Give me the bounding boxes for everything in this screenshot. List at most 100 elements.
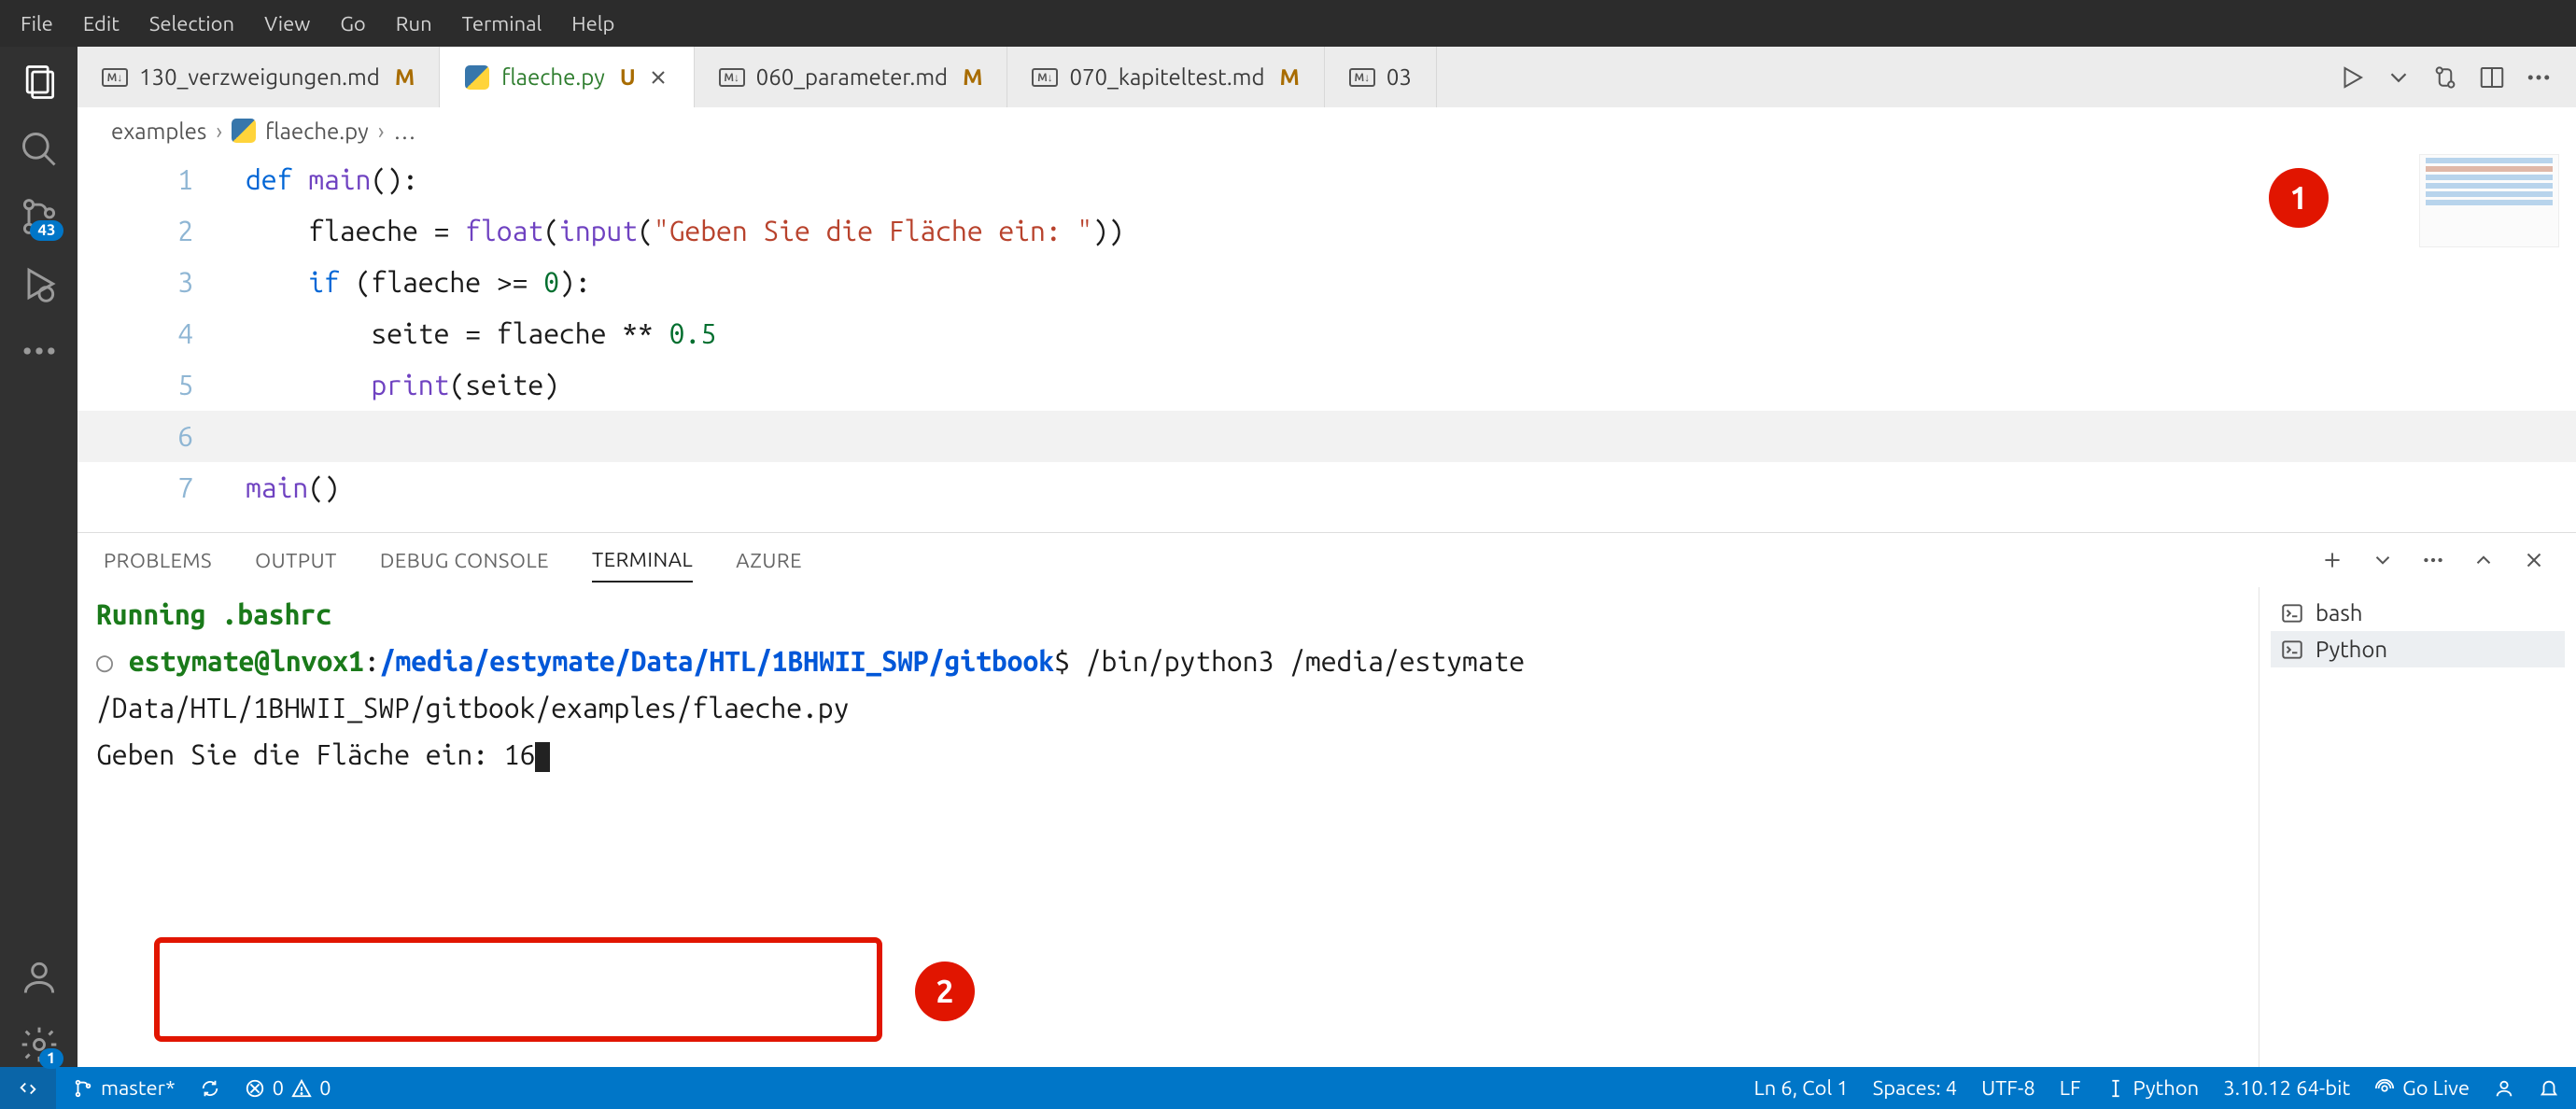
breadcrumb-folder[interactable]: examples [111,119,206,144]
code-editor[interactable]: 1def main():2 flaeche = float(input("Geb… [77,154,2576,532]
panel-maximize-icon[interactable] [2468,544,2499,576]
python-file-icon [232,119,256,143]
close-icon[interactable] [647,66,669,89]
panel-close-icon[interactable] [2518,544,2550,576]
terminal-session-bash[interactable]: bash [2271,595,2565,631]
explorer-icon[interactable] [17,60,62,105]
tab-modified-badge: U [620,64,636,90]
code-line[interactable]: 2 flaeche = float(input("Geben Sie die F… [77,205,2576,257]
split-editor-icon[interactable] [2473,59,2511,96]
line-content[interactable]: seite = flaeche ** 0.5 [246,308,2576,359]
compare-changes-icon[interactable] [2427,59,2464,96]
code-line[interactable]: 1def main(): [77,154,2576,205]
feedback-icon[interactable] [2494,1078,2514,1099]
tab-130_verzweigungen-md[interactable]: 130_verzweigungen.md M [77,47,440,107]
line-content[interactable]: flaeche = float(input("Geben Sie die Flä… [246,205,2576,257]
tab-overflow-icon[interactable] [2520,59,2557,96]
tab-label: 060_parameter.md [756,64,948,90]
status-bar: master* 0 0 Ln 6, Col 1 Spaces: 4 UTF-8 … [0,1067,2576,1109]
new-terminal-icon[interactable] [2316,544,2348,576]
tab-modified-badge: M [1280,64,1300,90]
terminal-session-list: bash Python [2259,587,2576,1067]
panel-tab-bar: PROBLEMS OUTPUT DEBUG CONSOLE TERMINAL AZURE [77,533,2576,587]
tab-03[interactable]: 03 [1325,47,1437,107]
run-debug-icon[interactable] [17,261,62,306]
notifications-icon[interactable] [2539,1078,2559,1099]
code-line[interactable]: 4 seite = flaeche ** 0.5 [77,308,2576,359]
line-content[interactable]: if (flaeche >= 0): [246,257,2576,308]
panel-tab-terminal[interactable]: TERMINAL [592,539,693,583]
panel-tab-debug-console[interactable]: DEBUG CONSOLE [380,540,549,582]
search-icon[interactable] [17,127,62,172]
sync-icon[interactable] [200,1078,220,1099]
python-interpreter[interactable]: 3.10.12 64-bit [2223,1076,2350,1100]
tab-060_parameter-md[interactable]: 060_parameter.mdM [695,47,1008,107]
terminal-icon [2280,638,2304,662]
source-control-icon[interactable]: 43 [17,194,62,239]
markdown-file-icon [1349,64,1375,91]
terminal-session-label: bash [2316,600,2363,625]
line-number: 3 [77,257,246,308]
line-content[interactable] [246,411,2576,462]
panel-tab-azure[interactable]: AZURE [736,540,802,582]
line-content[interactable]: def main(): [246,154,2576,205]
panel-more-icon[interactable] [2417,544,2449,576]
terminal-session-python[interactable]: Python [2271,631,2565,667]
more-icon[interactable] [17,329,62,373]
panel-tab-output[interactable]: OUTPUT [255,540,337,582]
cursor-position[interactable]: Ln 6, Col 1 [1754,1076,1849,1100]
eol-status[interactable]: LF [2060,1076,2081,1100]
indentation-status[interactable]: Spaces: 4 [1873,1076,1957,1100]
panel-tab-problems[interactable]: PROBLEMS [104,540,212,582]
bottom-panel: PROBLEMS OUTPUT DEBUG CONSOLE TERMINAL AZURE… [77,532,2576,1067]
menu-run[interactable]: Run [383,7,445,41]
go-live-button[interactable]: Go Live [2374,1076,2470,1100]
git-branch-status[interactable]: master* [73,1076,176,1100]
account-icon[interactable] [17,955,62,1000]
run-dropdown-icon[interactable] [2380,59,2417,96]
language-mode[interactable]: Python [2105,1076,2200,1100]
menu-help[interactable]: Help [558,7,627,41]
breadcrumb-rest[interactable]: … [393,119,415,144]
remote-icon[interactable] [0,1067,56,1109]
breadcrumb[interactable]: examples › flaeche.py › … [77,107,2576,154]
terminal-dropdown-icon[interactable] [2367,544,2399,576]
tab-label: 130_verzweigungen.md [139,64,380,90]
problems-status[interactable]: 0 0 [245,1076,331,1100]
encoding-status[interactable]: UTF-8 [1981,1076,2035,1100]
line-content[interactable]: main() [246,462,2576,513]
line-number: 7 [77,462,246,513]
menu-terminal[interactable]: Terminal [449,7,556,41]
code-line[interactable]: 7main() [77,462,2576,513]
tab-070_kapiteltest-md[interactable]: 070_kapiteltest.md M [1007,47,1324,107]
markdown-file-icon [719,64,745,91]
settings-gear-icon[interactable]: 1 [17,1022,62,1067]
line-number: 4 [77,308,246,359]
scm-badge: 43 [30,220,63,241]
menu-view[interactable]: View [251,7,323,41]
tab-actions [2315,47,2576,107]
minimap[interactable] [2419,154,2559,247]
run-file-icon[interactable] [2333,59,2371,96]
tab-label: 03 [1387,64,1412,90]
python-file-icon [464,64,490,91]
tab-modified-badge: M [395,64,415,90]
line-content[interactable]: print(seite) [246,359,2576,411]
tab-label: 070_kapiteltest.md [1069,64,1264,90]
menu-go[interactable]: Go [327,7,378,41]
breadcrumb-file[interactable]: flaeche.py [265,119,369,144]
menu-edit[interactable]: Edit [70,7,133,41]
activity-bar: 43 1 [0,47,77,1067]
menu-file[interactable]: File [7,7,66,41]
terminal-output[interactable]: Running .bashrc ○ estymate@lnvox1:/media… [77,587,2259,1067]
chevron-right-icon: › [378,119,385,144]
tab-flaeche-py[interactable]: flaeche.py U [440,47,694,107]
code-line[interactable]: 3 if (flaeche >= 0): [77,257,2576,308]
tab-label: flaeche.py [501,64,605,90]
code-line[interactable]: 6 [77,411,2576,462]
line-number: 1 [77,154,246,205]
code-line[interactable]: 5 print(seite) [77,359,2576,411]
line-number: 6 [77,411,246,462]
terminal-session-label: Python [2316,637,2387,662]
menu-selection[interactable]: Selection [136,7,247,41]
